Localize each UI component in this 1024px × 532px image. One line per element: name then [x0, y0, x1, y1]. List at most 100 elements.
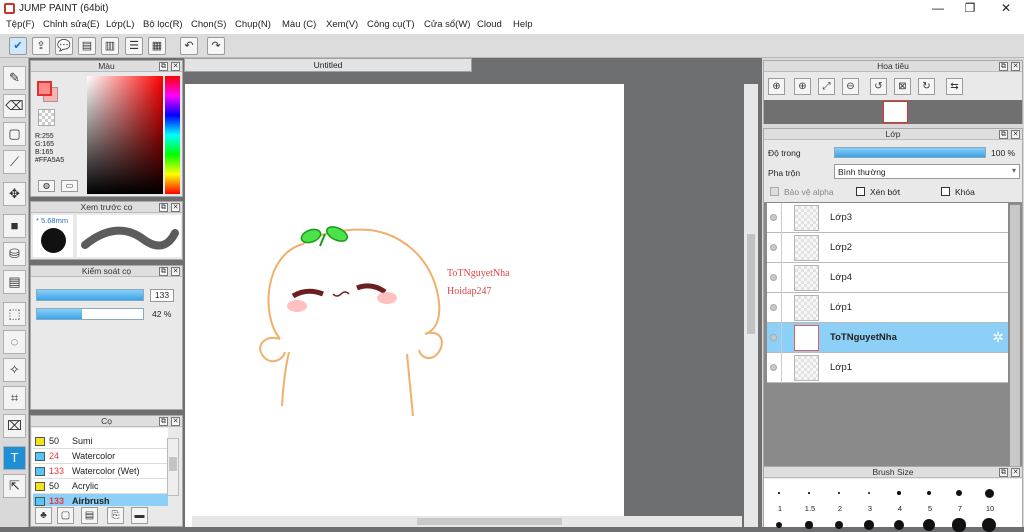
text-tool-icon[interactable]: T	[3, 446, 26, 470]
brush-size-dot-large[interactable]	[805, 521, 813, 529]
panel-close-icon[interactable]: ✕	[171, 203, 180, 212]
visibility-icon[interactable]	[770, 274, 777, 281]
visibility-icon[interactable]	[770, 364, 777, 371]
undock-icon[interactable]: ⧉	[159, 203, 168, 212]
menu-window[interactable]: Cửa sổ(W)	[424, 19, 470, 30]
hue-slider[interactable]	[165, 76, 180, 194]
share-icon[interactable]: ⇪	[32, 37, 50, 55]
redo-icon[interactable]: ↷	[207, 37, 225, 55]
magic-wand-tool-icon[interactable]: ✧	[3, 358, 26, 382]
brush-opacity-slider[interactable]	[36, 308, 144, 320]
menu-edit[interactable]: Chỉnh sửa(E)	[43, 19, 100, 30]
flip-icon[interactable]: ⇆	[946, 78, 963, 95]
brush-size-dot-large[interactable]	[923, 519, 935, 531]
brush-size-dot[interactable]	[897, 491, 901, 495]
drawing-canvas[interactable]: ToTNguyetNha Hoidap247	[185, 84, 624, 527]
menu-color[interactable]: Màu (C)	[282, 19, 316, 30]
check-icon[interactable]: ✔	[9, 37, 27, 55]
minimize-button[interactable]: —	[930, 1, 946, 15]
comment-icon[interactable]: 💬	[55, 37, 73, 55]
layer-item[interactable]: Lớp4	[767, 263, 1008, 293]
operation-tool-icon[interactable]: ⇱	[3, 474, 26, 498]
layer-item[interactable]: Lớp2	[767, 233, 1008, 263]
rotate-left-icon[interactable]: ↺	[870, 78, 887, 95]
panel-close-icon[interactable]: ✕	[1011, 62, 1020, 71]
undo-icon[interactable]: ↶	[180, 37, 198, 55]
brush-group-icon[interactable]: ♣	[35, 507, 52, 524]
protect-alpha-checkbox[interactable]	[770, 187, 779, 196]
blend-mode-select[interactable]: Bình thường ▾	[834, 164, 1020, 179]
menu-view[interactable]: Xem(V)	[326, 19, 358, 30]
layer-item-selected[interactable]: ToTNguyetNha ✲	[767, 323, 1008, 353]
brush-size-slider[interactable]	[36, 289, 144, 301]
page-icon[interactable]: ▥	[101, 37, 119, 55]
layer-list-scrollbar[interactable]	[1010, 205, 1020, 481]
brush-item[interactable]: 133 Watercolor (Wet)	[33, 464, 168, 479]
visibility-icon[interactable]	[770, 304, 777, 311]
menu-layer[interactable]: Lớp(L)	[106, 19, 134, 30]
brush-size-dot-large[interactable]	[776, 522, 782, 528]
brush-size-dot-large[interactable]	[893, 519, 905, 531]
navigator-preview[interactable]	[764, 100, 1022, 124]
brush-size-dot-large[interactable]	[864, 520, 874, 530]
brush-size-dot-large[interactable]	[981, 517, 997, 532]
undock-icon[interactable]: ⧉	[999, 130, 1008, 139]
brush-size-dot[interactable]	[955, 489, 963, 497]
maximize-button[interactable]: ❐	[962, 1, 978, 15]
lock-checkbox[interactable]	[941, 187, 950, 196]
canvas-horizontal-scrollbar[interactable]	[192, 516, 742, 527]
gear-icon[interactable]: ✲	[992, 329, 1004, 346]
gradient-tool-icon[interactable]: ▤	[3, 270, 26, 294]
menu-help[interactable]: Help	[513, 19, 533, 30]
horizontal-scroll-thumb[interactable]	[417, 518, 562, 525]
brush-tool-icon[interactable]: ✎	[3, 66, 26, 90]
new-brush-icon[interactable]: ▢	[57, 507, 74, 524]
navigator-viewport[interactable]	[883, 101, 908, 123]
layer-item[interactable]: Lớp1	[767, 293, 1008, 323]
visibility-icon[interactable]	[770, 214, 777, 221]
brush-size-dot[interactable]	[838, 492, 840, 494]
brush-size-dot[interactable]	[926, 490, 932, 496]
vertical-scroll-thumb[interactable]	[747, 234, 755, 334]
undock-icon[interactable]: ⧉	[999, 62, 1008, 71]
menu-select[interactable]: Chọn(S)	[191, 19, 226, 30]
layer-item[interactable]: Lớp1	[767, 353, 1008, 383]
brush-size-dot-large[interactable]	[952, 518, 966, 532]
layer-item[interactable]: Lớp3	[767, 203, 1008, 233]
brush-folder-icon[interactable]: ▬	[131, 507, 148, 524]
canvas-vertical-scrollbar[interactable]	[744, 84, 758, 527]
panel-close-icon[interactable]: ✕	[171, 62, 180, 71]
brush-item[interactable]: 50 Sumi	[33, 434, 168, 449]
undock-icon[interactable]: ⧉	[159, 417, 168, 426]
document-tab[interactable]: Untitled	[184, 58, 472, 72]
palette-icon[interactable]: ◍	[38, 180, 55, 192]
menu-file[interactable]: Tệp(F)	[6, 19, 35, 30]
message-icon[interactable]: ▤	[78, 37, 96, 55]
fill-rect-tool-icon[interactable]: ■	[3, 214, 26, 238]
zoom-in-alt-icon[interactable]: ⊕	[794, 78, 811, 95]
clipping-checkbox[interactable]	[856, 187, 865, 196]
main-color-swatch[interactable]	[37, 81, 52, 96]
brush-size-dot[interactable]	[984, 488, 994, 498]
line-tool-icon[interactable]: ⟋	[3, 150, 26, 174]
brush-copy-icon[interactable]: ⎘	[107, 507, 124, 524]
eraser-tool-icon[interactable]: ⌫	[3, 94, 26, 118]
brush-size-value[interactable]: 133	[150, 289, 174, 302]
undock-icon[interactable]: ⧉	[159, 267, 168, 276]
undock-icon[interactable]: ⧉	[159, 62, 168, 71]
brush-size-dot[interactable]	[867, 491, 871, 495]
brush-item-selected[interactable]: 133 Airbrush	[33, 494, 168, 506]
panel-close-icon[interactable]: ✕	[171, 267, 180, 276]
brush-size-dot[interactable]	[778, 492, 780, 494]
menu-capture[interactable]: Chụp(N)	[235, 19, 271, 30]
swap-color-icon[interactable]: ▭	[61, 180, 78, 192]
brush-list-scrollbar[interactable]	[167, 438, 179, 496]
saturation-value-picker[interactable]	[87, 76, 163, 194]
list-icon[interactable]: ☰	[125, 37, 143, 55]
lasso-tool-icon[interactable]: ◌	[3, 330, 26, 354]
layer-opacity-slider[interactable]	[834, 147, 986, 158]
brush-item[interactable]: 24 Watercolor	[33, 449, 168, 464]
menu-cloud[interactable]: Cloud	[477, 19, 502, 30]
select-rect-tool-icon[interactable]: ⬚	[3, 302, 26, 326]
rectangle-tool-icon[interactable]: ▢	[3, 122, 26, 146]
